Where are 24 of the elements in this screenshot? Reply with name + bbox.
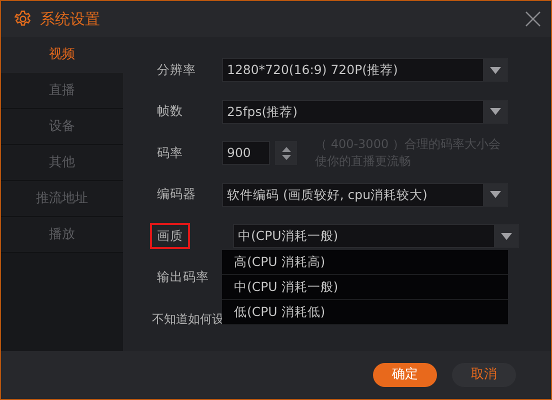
- sidebar-item[interactable]: 视频: [1, 37, 123, 73]
- caret-icon: [500, 232, 512, 240]
- dropdown[interactable]: 中(CPU消耗一般): [233, 224, 519, 248]
- field-label: 分辨率: [157, 60, 197, 79]
- field-label: 输出码率: [157, 268, 210, 286]
- dropdown[interactable]: 软件编码 (画质较好, cpu消耗较大): [222, 182, 508, 206]
- field-label: 编码器: [157, 185, 197, 204]
- window-title: 系统设置: [40, 8, 100, 30]
- menu-item[interactable]: 中(CPU 消耗一般): [222, 275, 508, 300]
- cancel-button[interactable]: 取消: [452, 363, 516, 387]
- help-text: 不知道如何设: [152, 311, 224, 328]
- close-icon[interactable]: [525, 11, 541, 27]
- menu-item[interactable]: 高(CPU 消耗高): [222, 250, 508, 275]
- field-label: 帧数: [157, 102, 184, 120]
- dropdown[interactable]: 25fps(推荐): [222, 100, 508, 124]
- number-field[interactable]: 900: [222, 141, 270, 165]
- menu-item[interactable]: 低(CPU 消耗低): [222, 300, 508, 325]
- dropdown[interactable]: 1280*720(16:9) 720P(推荐): [222, 58, 508, 82]
- caret-icon: [490, 66, 500, 74]
- caret-icon: [490, 191, 500, 198]
- caret-icon: [490, 108, 500, 115]
- spin-buttons[interactable]: [275, 141, 297, 165]
- gear-icon: [14, 10, 32, 28]
- field-label: 码率: [157, 144, 184, 162]
